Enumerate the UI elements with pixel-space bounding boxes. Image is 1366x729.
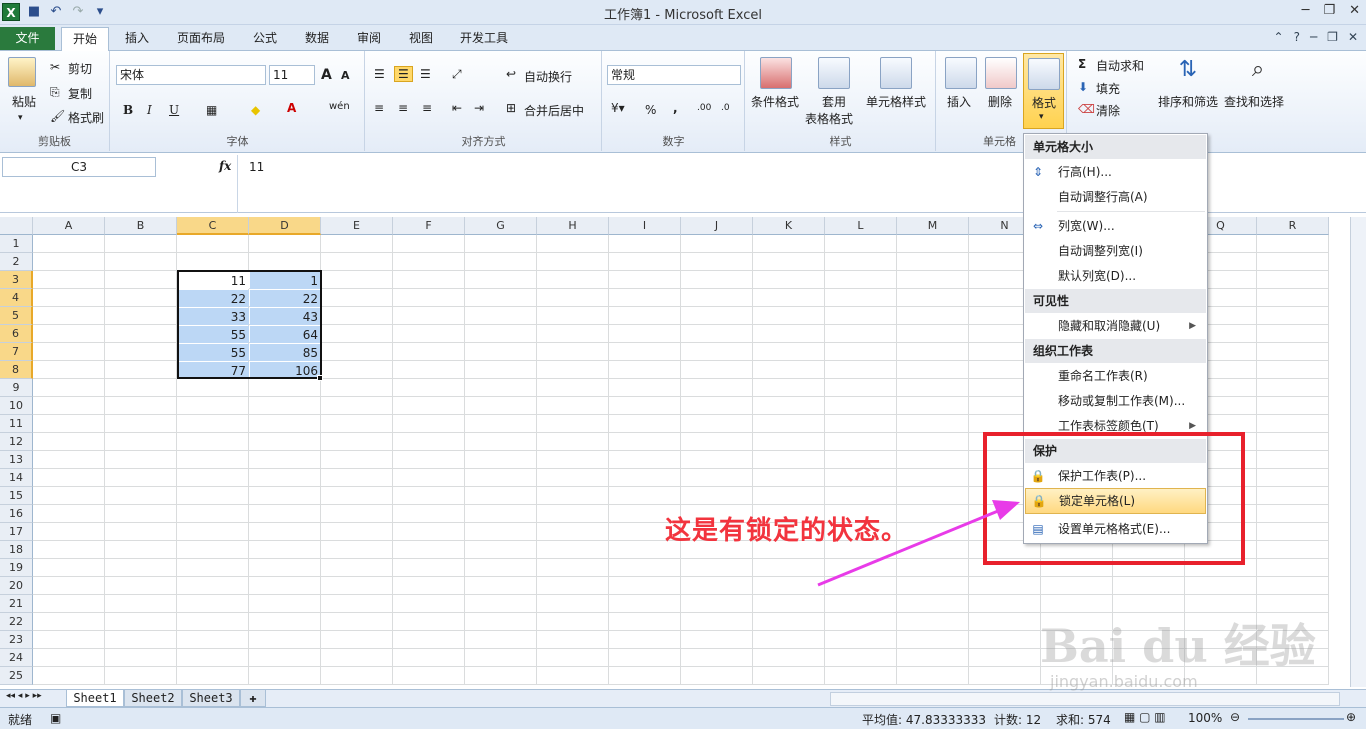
annotation-text: 这是有锁定的状态。 bbox=[665, 516, 909, 546]
watermark-logo: Bai du 经验 bbox=[1040, 619, 1316, 673]
watermark-url: jingyan.baidu.com bbox=[1050, 672, 1198, 691]
